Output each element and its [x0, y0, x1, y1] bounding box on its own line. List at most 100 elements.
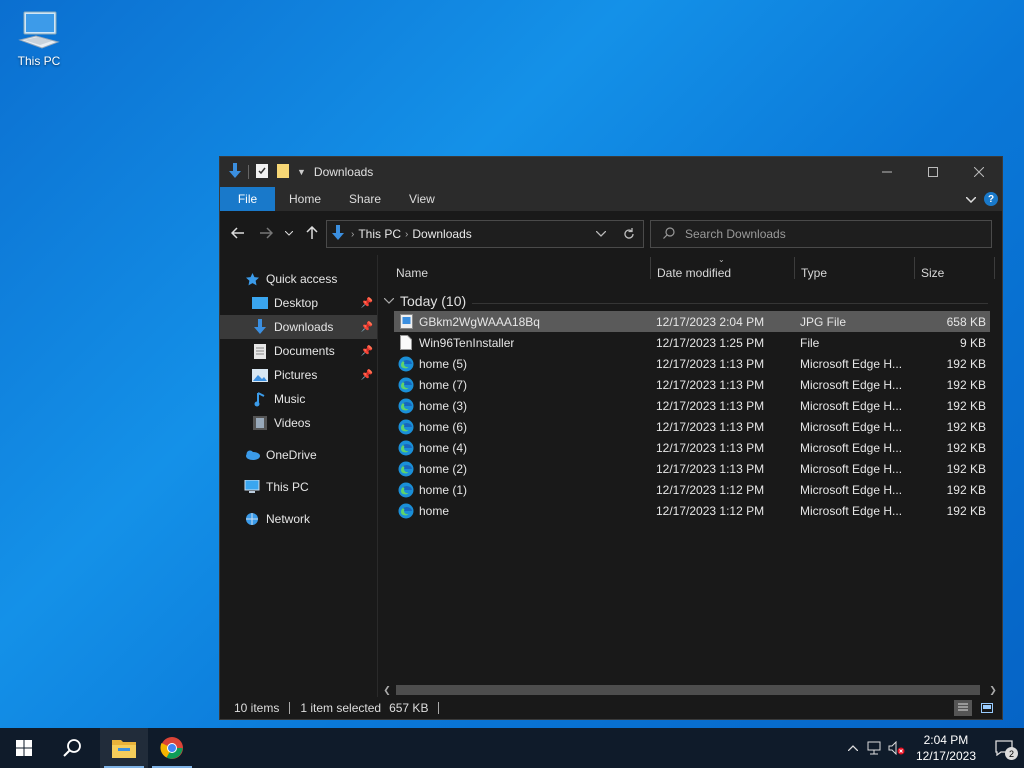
help-icon[interactable]: ? — [984, 192, 998, 206]
breadcrumb-this-pc[interactable]: This PC — [358, 227, 401, 241]
file-name-cell: home (5) — [398, 356, 467, 372]
properties-icon[interactable] — [255, 163, 269, 182]
nav-network[interactable]: Network — [220, 507, 377, 531]
qa-separator — [248, 165, 249, 179]
search-button[interactable] — [48, 728, 96, 768]
nav-label: Downloads — [274, 320, 334, 334]
nav-label: Documents — [274, 344, 335, 358]
file-name: home (5) — [419, 356, 468, 371]
file-row[interactable]: home (1) 12/17/2023 1:12 PM Microsoft Edge… — [394, 479, 990, 500]
back-button[interactable] — [224, 219, 252, 247]
new-folder-icon[interactable] — [275, 163, 291, 182]
start-button[interactable] — [0, 728, 48, 768]
file-row[interactable]: home (7) 12/17/2023 1:13 PM Microsoft Edge… — [394, 374, 990, 395]
selection-count: 1 item selected — [300, 701, 382, 715]
back-arrow-icon — [231, 227, 244, 239]
forward-arrow-icon — [260, 227, 273, 239]
file-row[interactable]: GBkm2WgWAAA18Bq 12/17/2023 2:04 PM JPG Fil… — [394, 311, 990, 332]
nav-quick-access[interactable]: Quick access — [220, 267, 377, 291]
nav-onedrive[interactable]: OneDrive — [220, 443, 377, 467]
network-status-icon[interactable] — [864, 728, 886, 768]
edge-icon — [398, 461, 414, 477]
minimize-button[interactable] — [864, 157, 910, 187]
file-name-cell: home (7) — [398, 377, 467, 393]
column-header-type[interactable]: Type — [795, 255, 915, 291]
forward-button[interactable] — [252, 219, 280, 247]
breadcrumb-separator[interactable]: › — [351, 229, 354, 240]
jpg-file-icon — [398, 314, 414, 330]
action-center-button[interactable]: 2 — [984, 728, 1024, 768]
nav-videos[interactable]: Videos — [220, 411, 377, 435]
file-row[interactable]: Win96TenInstaller 12/17/2023 1:25 PM File 9… — [394, 332, 990, 353]
group-label: Today (10) — [400, 293, 467, 309]
file-date: 12/17/2023 1:13 PM — [656, 377, 765, 392]
file-type: Microsoft Edge H... — [800, 440, 903, 455]
nav-this-pc[interactable]: This PC — [220, 475, 377, 499]
desktop-icon-this-pc[interactable]: This PC — [10, 8, 68, 68]
tab-file[interactable]: File — [220, 187, 275, 211]
downloads-folder-icon — [252, 319, 268, 335]
nav-pictures[interactable]: Pictures 📌 — [220, 363, 377, 387]
refresh-icon[interactable] — [615, 228, 643, 240]
file-row[interactable]: home (3) 12/17/2023 1:13 PM Microsoft Edge… — [394, 395, 990, 416]
group-header-today[interactable]: Today (10) — [384, 293, 466, 309]
breadcrumb-separator[interactable]: › — [405, 229, 408, 240]
file-type: JPG File — [800, 314, 847, 329]
tab-view[interactable]: View — [395, 187, 449, 211]
file-explorer-window: ▼ Downloads File Home Share View ? › Thi… — [219, 156, 1003, 720]
pictures-folder-icon — [252, 367, 268, 383]
nav-desktop[interactable]: Desktop 📌 — [220, 291, 377, 315]
file-name-cell: Win96TenInstaller — [398, 335, 514, 351]
search-input[interactable]: Search Downloads — [650, 220, 992, 248]
file-name-cell: home (1) — [398, 482, 467, 498]
file-name: home (6) — [419, 419, 468, 434]
download-arrow-icon — [228, 162, 242, 182]
file-list-pane: Name Date modified ⌄ Type Size Today (10… — [378, 255, 1002, 697]
file-row[interactable]: home (6) 12/17/2023 1:13 PM Microsoft Edge… — [394, 416, 990, 437]
show-hidden-icons-chevron-icon[interactable] — [842, 728, 864, 768]
address-bar[interactable]: › This PC › Downloads — [326, 220, 644, 248]
scrollbar-thumb[interactable] — [396, 685, 980, 695]
breadcrumb-downloads[interactable]: Downloads — [412, 227, 471, 241]
scroll-left-icon[interactable]: ❮ — [380, 683, 394, 697]
nav-documents[interactable]: Documents 📌 — [220, 339, 377, 363]
quick-access-toolbar: ▼ — [220, 162, 306, 182]
large-icons-view-button[interactable] — [978, 700, 996, 716]
column-header-size[interactable]: Size — [915, 255, 995, 291]
column-header-name[interactable]: Name — [390, 255, 650, 291]
address-history-chevron-icon[interactable] — [587, 231, 615, 237]
column-separator[interactable] — [994, 257, 995, 279]
details-view-button[interactable] — [954, 700, 972, 716]
nav-label: Network — [266, 512, 311, 526]
file-size: 192 KB — [946, 377, 986, 392]
file-date: 12/17/2023 2:04 PM — [656, 314, 765, 329]
horizontal-scrollbar[interactable]: ❮ ❯ — [378, 683, 1002, 697]
scroll-right-icon[interactable]: ❯ — [986, 683, 1000, 697]
file-explorer-taskbar-button[interactable] — [100, 728, 148, 768]
nav-label: Quick access — [266, 272, 338, 286]
tab-home[interactable]: Home — [275, 187, 335, 211]
file-size: 192 KB — [946, 398, 986, 413]
file-row[interactable]: home (5) 12/17/2023 1:13 PM Microsoft Edge… — [394, 353, 990, 374]
close-button[interactable] — [956, 157, 1002, 187]
volume-muted-icon[interactable] — [886, 728, 908, 768]
file-row[interactable]: home 12/17/2023 1:12 PM Microsoft Edge H..… — [394, 500, 990, 521]
tab-share[interactable]: Share — [335, 187, 395, 211]
nav-music[interactable]: Music — [220, 387, 377, 411]
chrome-taskbar-button[interactable] — [148, 728, 196, 768]
up-button[interactable] — [298, 219, 326, 247]
recent-locations-button[interactable] — [280, 219, 298, 247]
file-row[interactable]: home (4) 12/17/2023 1:13 PM Microsoft Edge… — [394, 437, 990, 458]
customize-qa-chevron-icon[interactable]: ▼ — [297, 167, 306, 177]
file-type: Microsoft Edge H... — [800, 419, 903, 434]
nav-downloads[interactable]: Downloads 📌 — [220, 315, 377, 339]
expand-ribbon-chevron-icon[interactable] — [965, 192, 977, 206]
maximize-button[interactable] — [910, 157, 956, 187]
title-bar[interactable]: ▼ Downloads — [220, 157, 1002, 187]
file-name: Win96TenInstaller — [419, 335, 515, 350]
file-row[interactable]: home (2) 12/17/2023 1:13 PM Microsoft Edge… — [394, 458, 990, 479]
column-headers: Name Date modified ⌄ Type Size — [378, 255, 1002, 291]
taskbar-clock[interactable]: 2:04 PM 12/17/2023 — [908, 732, 984, 764]
navigation-bar: › This PC › Downloads Search Downloads — [220, 211, 1002, 255]
file-name: home (3) — [419, 398, 468, 413]
